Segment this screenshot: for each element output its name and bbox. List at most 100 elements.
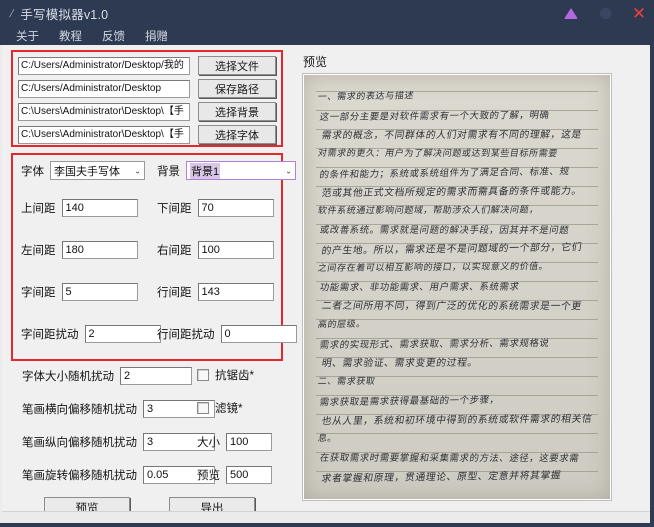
background-combobox-value: 背景1 bbox=[190, 162, 221, 179]
top-margin-label: 上间距 bbox=[21, 203, 56, 215]
handwriting-line: 这一部分主要是对软件需求有一个大致的了解，明确 bbox=[318, 110, 551, 124]
window-edge-bottom bbox=[0, 523, 654, 527]
save-path-input[interactable]: C:/Users/Administrator/Desktop bbox=[18, 79, 190, 98]
circle-icon bbox=[599, 7, 611, 19]
stroke-y-jitter-field: 笔画纵向偏移随机扰动 3 bbox=[22, 433, 215, 451]
stroke-x-jitter-field: 笔画横向偏移随机扰动 3 bbox=[22, 400, 215, 418]
size-input[interactable]: 100 bbox=[226, 433, 272, 451]
close-button[interactable]: ✕ bbox=[630, 4, 648, 22]
rule-line bbox=[316, 433, 598, 434]
font-combobox[interactable]: 李国夫手写体 ⌄ bbox=[50, 161, 145, 180]
bottom-margin-label: 下间距 bbox=[157, 203, 192, 215]
char-spacing-field: 字间距 5 bbox=[21, 283, 138, 301]
handwriting-line: 或改善系统。需求就是问题的解决手段，因其并不是问题 bbox=[318, 225, 570, 237]
preview-count-input[interactable]: 500 bbox=[226, 466, 272, 484]
handwriting-line: 之间存在着可以相互影响的接口，以实现意义的价值。 bbox=[317, 260, 550, 274]
stroke-rotation-jitter-field: 笔画旋转偏移随机扰动 0.05 bbox=[22, 466, 215, 484]
stroke-x-jitter-row: 笔画横向偏移随机扰动 3 滤镜* bbox=[2, 400, 294, 430]
spacing-row-2: 字间距扰动 2 行间距扰动 0 bbox=[13, 325, 297, 347]
handwriting-line: 对需求的更久：用户为了解决问题或达到某些目标所需要 bbox=[317, 147, 559, 159]
path-row-save: C:/Users/Administrator/Desktop 保存路径 bbox=[18, 79, 280, 98]
pen-icon: / bbox=[8, 5, 15, 20]
background-label: 背景 bbox=[157, 165, 180, 178]
antialias-option[interactable]: 抗锯齿* bbox=[197, 367, 254, 383]
font-size-jitter-label: 字体大小随机扰动 bbox=[22, 371, 114, 383]
char-spacing-jitter-field: 字间距扰动 2 bbox=[21, 325, 161, 343]
left-margin-input[interactable]: 180 bbox=[61, 241, 138, 259]
minimize-button[interactable] bbox=[562, 4, 580, 22]
handwriting-line: 也从人里，系统和初环境中得到的系统或软件需求的相关信 bbox=[320, 413, 594, 428]
menu-item-tutorial[interactable]: 教程 bbox=[51, 28, 90, 44]
filter-option[interactable]: 滤镜* bbox=[197, 400, 242, 416]
handwriting-line: 明、需求验证、需求变更的过程。 bbox=[320, 357, 479, 370]
line-spacing-jitter-field: 行间距扰动 0 bbox=[157, 325, 297, 343]
line-spacing-label: 行间距 bbox=[157, 287, 192, 299]
char-spacing-input[interactable]: 5 bbox=[61, 283, 138, 301]
title-bar: / 手写模拟器v1.0 ✕ bbox=[0, 0, 654, 26]
preview-image: 一、需求的表达与描述这一部分主要是对软件需求有一个大致的了解，明确需求的概念，不… bbox=[304, 75, 610, 499]
file-paths-group: C:/Users/Administrator/Desktop/我的 选择文件 C… bbox=[11, 50, 283, 147]
source-path-input[interactable]: C:/Users/Administrator/Desktop/我的 bbox=[18, 56, 190, 75]
font-selector: 字体 李国夫手写体 ⌄ bbox=[21, 161, 145, 180]
select-font-button[interactable]: 选择字体 bbox=[198, 125, 276, 144]
size-field: 大小 100 bbox=[197, 433, 272, 451]
font-label: 字体 bbox=[21, 165, 44, 178]
menu-item-donate[interactable]: 捐赠 bbox=[137, 28, 176, 44]
settings-column: C:/Users/Administrator/Desktop/我的 选择文件 C… bbox=[2, 45, 297, 527]
handwriting-line: 需求的概念，不同群体的人们对需求有不同的理解，这是 bbox=[320, 129, 583, 142]
preview-frame[interactable]: 一、需求的表达与描述这一部分主要是对软件需求有一个大致的了解，明确需求的概念，不… bbox=[302, 73, 612, 501]
background-combobox[interactable]: 背景1 ⌄ bbox=[186, 161, 296, 180]
bottom-margin-field: 下间距 70 bbox=[157, 199, 274, 217]
maximize-button[interactable] bbox=[596, 4, 614, 22]
line-spacing-jitter-label: 行间距扰动 bbox=[157, 329, 215, 341]
bottom-margin-input[interactable]: 70 bbox=[197, 199, 274, 217]
window-title: 手写模拟器v1.0 bbox=[20, 7, 109, 22]
handwriting-line: 需求获取是需求获得最基础的一个步骤， bbox=[318, 395, 501, 409]
advanced-controls: 字体大小随机扰动 2 抗锯齿* 笔画横向偏移随机扰动 3 滤镜* 笔画纵向偏移随… bbox=[2, 367, 294, 484]
font-size-jitter-input[interactable]: 2 bbox=[120, 367, 192, 385]
path-row-background: C:\Users\Administrator\Desktop\【手 选择背景 bbox=[18, 102, 280, 121]
save-path-button[interactable]: 保存路径 bbox=[198, 79, 276, 98]
font-size-jitter-field: 字体大小随机扰动 2 bbox=[22, 367, 192, 385]
left-margin-label: 左间距 bbox=[21, 245, 56, 257]
window-edge-right bbox=[650, 45, 654, 527]
line-spacing-field: 行间距 143 bbox=[157, 283, 274, 301]
margin-row-2: 左间距 180 右间距 100 bbox=[13, 241, 281, 263]
handwriting-line: 二者之间所用不同，得到广泛的优化的系统需求是一个更 bbox=[320, 300, 583, 313]
background-path-input[interactable]: C:\Users\Administrator\Desktop\【手 bbox=[18, 102, 190, 121]
select-file-button[interactable]: 选择文件 bbox=[198, 56, 276, 75]
line-spacing-jitter-input[interactable]: 0 bbox=[220, 325, 297, 343]
path-row-font: C:\Users\Administrator\Desktop\【手 选择字体 bbox=[18, 125, 280, 144]
status-strip bbox=[2, 511, 654, 523]
combo-row: 字体 李国夫手写体 ⌄ 背景 背景1 ⌄ bbox=[13, 161, 296, 183]
preview-count-field: 预览 500 bbox=[197, 466, 272, 484]
stroke-y-jitter-label: 笔画纵向偏移随机扰动 bbox=[22, 437, 137, 449]
size-label: 大小 bbox=[197, 437, 220, 449]
margin-row-1: 上间距 140 下间距 70 bbox=[13, 199, 281, 221]
font-combobox-value: 李国夫手写体 bbox=[54, 165, 120, 178]
antialias-label: 抗锯齿* bbox=[215, 370, 254, 382]
handwriting-line: 需求的实现形式、需求获取、需求分析、需求规格说 bbox=[318, 338, 551, 352]
handwriting-line: 一、需求的表达与描述 bbox=[317, 90, 415, 102]
char-spacing-jitter-input[interactable]: 2 bbox=[84, 325, 161, 343]
spacing-params-group: 字体 李国夫手写体 ⌄ 背景 背景1 ⌄ 上间距 140 下间距 70 左间距 … bbox=[11, 153, 297, 361]
stroke-x-jitter-label: 笔画横向偏移随机扰动 bbox=[22, 404, 137, 416]
chevron-down-icon: ⌄ bbox=[134, 166, 141, 175]
font-path-input[interactable]: C:\Users\Administrator\Desktop\【手 bbox=[18, 125, 190, 144]
right-margin-input[interactable]: 100 bbox=[197, 241, 274, 259]
client-inner: C:/Users/Administrator/Desktop/我的 选择文件 C… bbox=[2, 45, 654, 527]
filter-checkbox[interactable] bbox=[197, 402, 209, 414]
antialias-checkbox[interactable] bbox=[197, 369, 209, 381]
handwriting-line: 息。 bbox=[317, 432, 338, 444]
menu-item-feedback[interactable]: 反馈 bbox=[94, 28, 133, 44]
right-margin-label: 右间距 bbox=[157, 245, 192, 257]
menu-bar: 关于 教程 反馈 捐赠 bbox=[0, 26, 654, 45]
triangle-icon bbox=[564, 7, 578, 19]
preview-pane-filler bbox=[614, 45, 650, 513]
menu-item-about[interactable]: 关于 bbox=[8, 28, 47, 44]
filter-label: 滤镜* bbox=[215, 403, 243, 415]
line-spacing-input[interactable]: 143 bbox=[197, 283, 274, 301]
char-spacing-jitter-label: 字间距扰动 bbox=[21, 329, 79, 341]
top-margin-input[interactable]: 140 bbox=[61, 199, 138, 217]
select-background-button[interactable]: 选择背景 bbox=[198, 102, 276, 121]
